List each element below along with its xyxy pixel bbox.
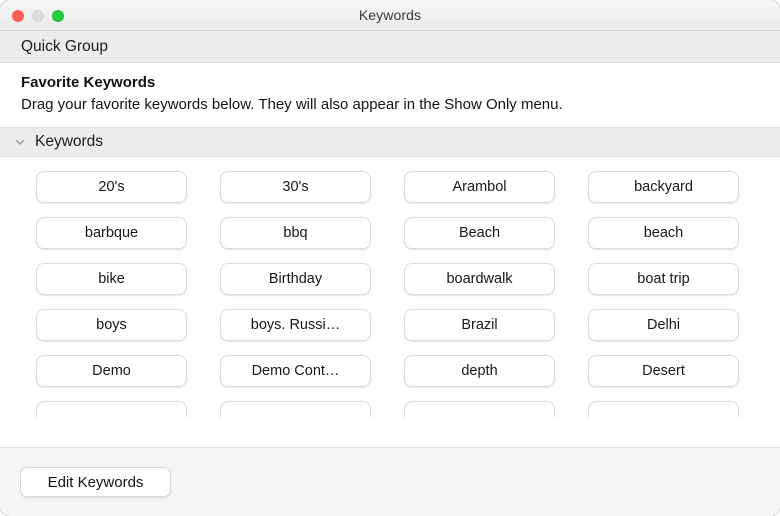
keywords-section-title: Keywords [35,133,103,151]
keyword-pill[interactable]: depth [404,355,555,387]
keyword-pill[interactable]: boys [36,309,187,341]
keyword-pill[interactable]: bbq [220,217,371,249]
keywords-section-header[interactable]: Keywords [0,127,780,157]
keyword-pill[interactable]: bike [36,263,187,295]
keywords-window: Keywords Quick Group Favorite Keywords D… [0,0,780,516]
minimize-button[interactable] [32,10,44,22]
keyword-pill[interactable]: 30's [220,171,371,203]
keyword-pill[interactable] [404,401,555,417]
favorite-keywords-section: Favorite Keywords Drag your favorite key… [0,63,780,127]
close-button[interactable] [12,10,24,22]
favorite-keywords-title: Favorite Keywords [21,74,758,91]
zoom-button[interactable] [52,10,64,22]
keyword-pill[interactable]: beach [588,217,739,249]
window-footer: Edit Keywords [0,447,780,516]
keyword-pill[interactable]: Brazil [404,309,555,341]
keyword-pill[interactable]: Birthday [220,263,371,295]
favorite-keywords-description: Drag your favorite keywords below. They … [21,94,711,115]
keyword-pill[interactable]: Beach [404,217,555,249]
keyword-pill[interactable] [220,401,371,417]
keyword-pill[interactable]: Delhi [588,309,739,341]
keyword-pill[interactable]: backyard [588,171,739,203]
quick-group-label: Quick Group [21,38,108,56]
keyword-pill[interactable]: Desert [588,355,739,387]
quick-group-bar: Quick Group [0,31,780,63]
keyword-pill[interactable]: boardwalk [404,263,555,295]
keyword-pill[interactable]: barbque [36,217,187,249]
keyword-pill[interactable]: Demo Cont… [220,355,371,387]
keywords-scroll-area[interactable]: 20's 30's Arambol backyard barbque bbq B… [0,157,780,417]
keyword-pill[interactable]: 20's [36,171,187,203]
keyword-pill[interactable]: Arambol [404,171,555,203]
window-controls [12,0,64,31]
keyword-pill[interactable]: boat trip [588,263,739,295]
keyword-pill[interactable]: Demo [36,355,187,387]
chevron-down-icon[interactable] [14,136,26,148]
keywords-grid: 20's 30's Arambol backyard barbque bbq B… [0,157,780,417]
title-bar: Keywords [0,0,780,31]
keyword-pill[interactable] [36,401,187,417]
keyword-pill[interactable] [588,401,739,417]
keyword-pill[interactable]: boys. Russi… [220,309,371,341]
window-title: Keywords [0,7,780,23]
edit-keywords-button[interactable]: Edit Keywords [20,467,171,497]
